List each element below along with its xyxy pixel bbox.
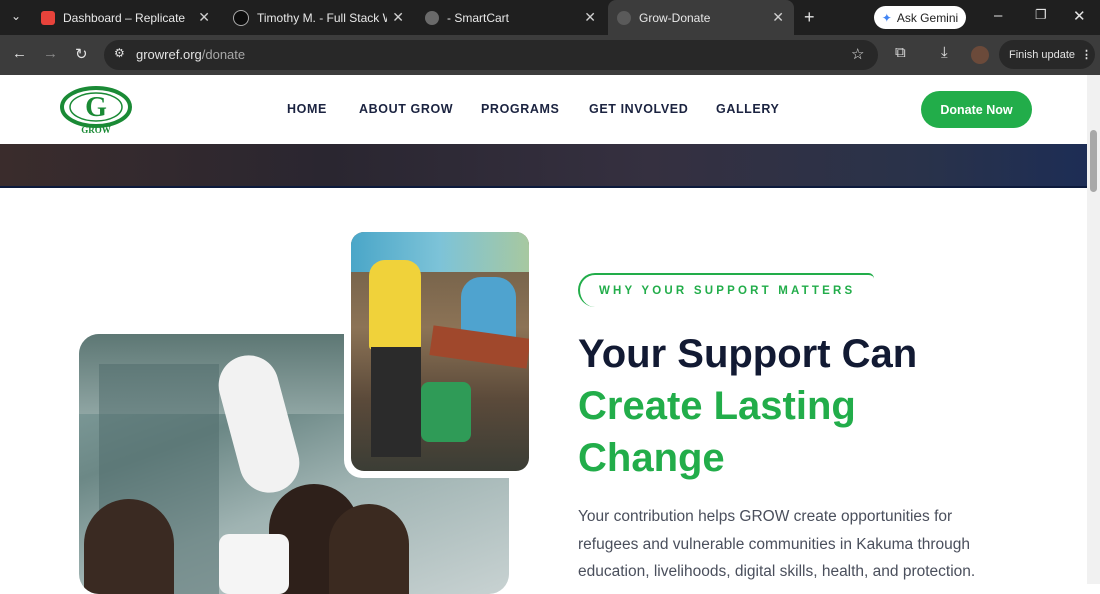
donate-now-button[interactable]: Donate Now — [921, 91, 1032, 128]
forward-icon[interactable]: → — [43, 45, 58, 62]
heading-line-1: Your Support Can — [578, 332, 918, 376]
nav-get-involved[interactable]: GET INVOLVED — [589, 102, 688, 116]
new-tab-icon[interactable]: + — [804, 7, 815, 28]
grow-logo[interactable]: G GROW — [58, 85, 134, 135]
browser-toolbar: ← → ↻ ⚙ growref.org/donate ☆ ⧉ ⤓ Finish … — [0, 35, 1100, 75]
heading-line-3: Change — [578, 436, 725, 480]
tab-smartcart[interactable]: - SmartCart ✕ — [416, 0, 606, 35]
nav-gallery[interactable]: GALLERY — [716, 102, 779, 116]
close-tab-icon[interactable]: ✕ — [198, 9, 210, 26]
hero-image-strip — [0, 144, 1087, 188]
tab-title: - SmartCart — [447, 10, 510, 25]
support-paragraph: Your contribution helps GROW create oppo… — [578, 508, 976, 580]
url-text[interactable]: growref.org/donate — [136, 47, 245, 62]
back-icon[interactable]: ← — [12, 45, 27, 62]
restore-icon[interactable]: ❐ — [1035, 7, 1047, 23]
svg-text:G: G — [85, 92, 107, 123]
tab-timothy[interactable]: Timothy M. - Full Stack Web ✕ — [224, 0, 414, 35]
extensions-icon[interactable]: ⧉ — [895, 44, 906, 61]
heading-line-2: Create Lasting — [578, 384, 856, 428]
site-info-icon[interactable]: ⚙ — [114, 46, 125, 60]
browser-tab-bar: ⌄ Dashboard – Replicate ✕ Timothy M. - F… — [0, 0, 1100, 35]
reload-icon[interactable]: ↻ — [75, 45, 88, 63]
ask-gemini-label: Ask Gemini — [896, 10, 959, 25]
address-bar[interactable]: ⚙ growref.org/donate ☆ — [104, 40, 878, 70]
upwork-favicon-icon — [233, 9, 249, 26]
scrollbar-thumb[interactable] — [1090, 130, 1097, 192]
tab-title: Timothy M. - Full Stack Web — [257, 10, 387, 25]
ask-gemini-button[interactable]: ✦ Ask Gemini — [874, 6, 966, 29]
url-host: growref.org — [136, 47, 202, 62]
minimize-icon[interactable]: – — [994, 7, 1002, 24]
nav-programs[interactable]: PROGRAMS — [481, 102, 559, 116]
tab-dashboard[interactable]: Dashboard – Replicate ✕ — [32, 0, 220, 35]
finish-update-button[interactable]: Finish update ⋮ — [999, 40, 1095, 69]
logo-text: GROW — [81, 125, 111, 135]
tab-title: Dashboard – Replicate — [63, 10, 186, 25]
nav-about-grow[interactable]: ABOUT GROW — [359, 102, 453, 116]
close-tab-icon[interactable]: ✕ — [584, 9, 596, 26]
tab-title: Grow-Donate — [639, 10, 711, 25]
scrollbar[interactable] — [1087, 75, 1100, 584]
tab-grow-donate[interactable]: Grow-Donate ✕ — [608, 0, 794, 35]
download-icon[interactable]: ⤓ — [941, 44, 948, 61]
tab-search-icon[interactable]: ⌄ — [11, 9, 21, 23]
eyebrow-badge: WHY YOUR SUPPORT MATTERS — [578, 273, 874, 307]
globe-favicon-icon — [425, 10, 439, 25]
site-header: G GROW HOME ABOUT GROW PROGRAMS GET INVO… — [0, 75, 1087, 144]
close-tab-icon[interactable]: ✕ — [392, 9, 404, 26]
globe-favicon-icon — [617, 10, 631, 25]
url-path: /donate — [201, 47, 246, 62]
close-tab-icon[interactable]: ✕ — [772, 9, 784, 26]
profile-avatar[interactable] — [971, 46, 989, 64]
more-menu-icon[interactable]: ⋮ — [1081, 48, 1092, 61]
replicate-favicon-icon — [41, 10, 55, 25]
close-window-icon[interactable]: ✕ — [1073, 7, 1086, 25]
gemini-sparkle-icon: ✦ — [881, 10, 892, 25]
finish-update-label: Finish update — [1009, 48, 1076, 61]
tailoring-workshop-photo — [344, 225, 536, 478]
eyebrow-text: WHY YOUR SUPPORT MATTERS — [599, 285, 856, 297]
bookmark-star-icon[interactable]: ☆ — [851, 45, 864, 63]
nav-home[interactable]: HOME — [287, 102, 327, 116]
